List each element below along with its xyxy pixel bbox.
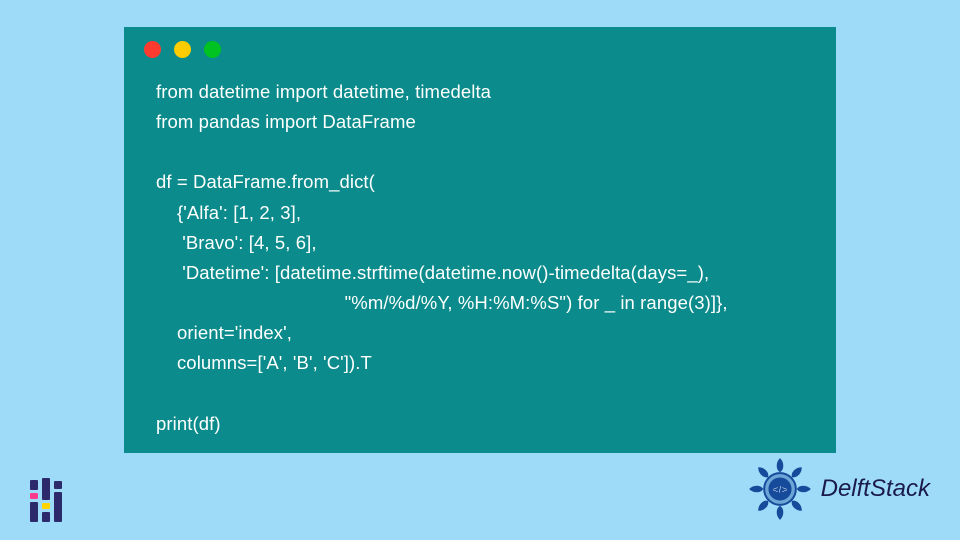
code-block: from datetime import datetime, timedelta… — [124, 71, 836, 457]
code-window: from datetime import datetime, timedelta… — [124, 27, 836, 453]
svg-text:</>: </> — [772, 484, 787, 496]
brand-emblem-icon: </> — [747, 456, 813, 522]
window-titlebar — [124, 27, 836, 71]
brand-logo: </> DelftStack — [747, 456, 930, 522]
minimize-icon[interactable] — [174, 41, 191, 58]
brand-name: DelftStack — [821, 475, 930, 503]
left-logo-icon — [20, 470, 72, 522]
close-icon[interactable] — [144, 41, 161, 58]
maximize-icon[interactable] — [204, 41, 221, 58]
